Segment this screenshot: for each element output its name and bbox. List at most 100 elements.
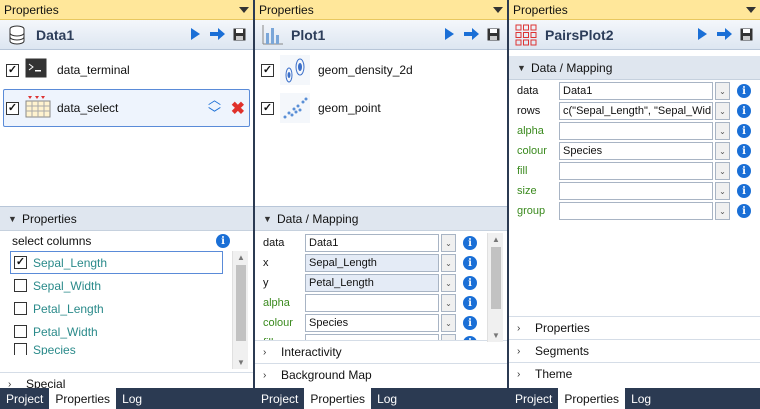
section-header[interactable]: ▼ Data / Mapping xyxy=(255,207,507,231)
column-checkbox[interactable] xyxy=(14,302,27,315)
panel-menu-icon[interactable] xyxy=(239,7,249,13)
dropdown-chevron-icon[interactable]: ⌄ xyxy=(715,82,730,100)
mapping-combo[interactable] xyxy=(305,294,439,312)
column-checkbox[interactable] xyxy=(14,279,27,292)
dropdown-chevron-icon[interactable]: ⌄ xyxy=(441,294,456,312)
save-icon[interactable] xyxy=(738,26,754,42)
info-icon[interactable]: i xyxy=(737,184,751,198)
column-item[interactable]: Petal_Width xyxy=(0,320,253,343)
scroll-up-icon[interactable]: ▲ xyxy=(488,235,504,244)
mapping-combo[interactable]: Data1 xyxy=(305,234,439,252)
item-checkbox[interactable] xyxy=(6,63,19,77)
info-icon[interactable]: i xyxy=(463,256,477,270)
list-item-selected[interactable]: data_select ︿﹀ ✖ xyxy=(3,89,250,127)
mapping-combo[interactable]: Petal_Length xyxy=(305,274,439,292)
dropdown-chevron-icon[interactable]: ⌄ xyxy=(441,314,456,332)
scroll-up-icon[interactable]: ▲ xyxy=(233,253,249,262)
column-checkbox[interactable] xyxy=(14,325,27,338)
panel-menu-icon[interactable] xyxy=(493,7,503,13)
forward-arrow-icon[interactable] xyxy=(463,26,479,42)
section-properties[interactable]: › Properties xyxy=(509,316,760,339)
item-checkbox[interactable] xyxy=(6,101,19,115)
scroll-down-icon[interactable]: ▼ xyxy=(488,331,504,340)
list-item[interactable]: data_terminal xyxy=(0,51,253,89)
panel-titlebar[interactable]: Properties xyxy=(509,0,760,20)
info-icon[interactable]: i xyxy=(737,84,751,98)
column-item[interactable]: Petal_Length xyxy=(0,297,253,320)
section-header[interactable]: ▼ Data / Mapping xyxy=(509,56,760,80)
section-interactivity[interactable]: › Interactivity xyxy=(255,340,507,363)
panel-titlebar[interactable]: Properties xyxy=(0,0,253,20)
mapping-combo[interactable] xyxy=(559,162,713,180)
scrollbar[interactable]: ▲ ▼ xyxy=(487,233,503,342)
mapping-combo[interactable]: c("Sepal_Length", "Sepal_Wid xyxy=(559,102,713,120)
mapping-combo[interactable] xyxy=(559,202,713,220)
info-icon[interactable]: i xyxy=(737,104,751,118)
run-icon[interactable] xyxy=(441,26,457,42)
dropdown-chevron-icon[interactable]: ⌄ xyxy=(715,202,730,220)
dropdown-chevron-icon[interactable]: ⌄ xyxy=(441,274,456,292)
mapping-combo[interactable] xyxy=(305,334,439,340)
column-item[interactable]: Species xyxy=(0,343,253,355)
delete-icon[interactable]: ✖ xyxy=(231,99,245,119)
info-icon[interactable]: i xyxy=(463,276,477,290)
dropdown-chevron-icon[interactable]: ⌄ xyxy=(715,142,730,160)
tab-project[interactable]: Project xyxy=(0,388,49,409)
scroll-thumb[interactable] xyxy=(236,265,246,341)
tab-project[interactable]: Project xyxy=(509,388,558,409)
column-checkbox[interactable] xyxy=(14,256,27,269)
tab-project[interactable]: Project xyxy=(255,388,304,409)
mapping-combo[interactable]: Data1 xyxy=(559,82,713,100)
dropdown-chevron-icon[interactable]: ⌄ xyxy=(715,162,730,180)
scroll-down-icon[interactable]: ▼ xyxy=(233,358,249,367)
column-checkbox[interactable] xyxy=(14,343,27,355)
mapping-combo[interactable] xyxy=(559,122,713,140)
info-icon[interactable]: i xyxy=(737,204,751,218)
scroll-thumb[interactable] xyxy=(491,247,501,309)
info-icon[interactable]: i xyxy=(463,336,477,340)
save-icon[interactable] xyxy=(231,26,247,42)
tab-log[interactable]: Log xyxy=(371,388,403,409)
dropdown-chevron-icon[interactable]: ⌄ xyxy=(715,122,730,140)
section-header[interactable]: ▼ Properties xyxy=(0,207,253,231)
scrollbar[interactable]: ▲ ▼ xyxy=(232,251,248,369)
dropdown-chevron-icon[interactable]: ⌄ xyxy=(441,234,456,252)
section-background-map[interactable]: › Background Map xyxy=(255,363,507,386)
forward-arrow-icon[interactable] xyxy=(716,26,732,42)
item-checkbox[interactable] xyxy=(261,63,274,77)
column-item[interactable]: Sepal_Length xyxy=(10,251,223,274)
run-icon[interactable] xyxy=(187,26,203,42)
info-icon[interactable]: i xyxy=(737,144,751,158)
section-segments[interactable]: › Segments xyxy=(509,339,760,362)
info-icon[interactable]: i xyxy=(737,164,751,178)
move-up-down-icon[interactable]: ︿ ﹀ xyxy=(208,93,221,121)
mapping-combo[interactable] xyxy=(559,182,713,200)
list-item[interactable]: geom_density_2d xyxy=(255,51,507,89)
info-icon[interactable]: i xyxy=(216,234,230,248)
mapping-combo[interactable]: Species xyxy=(305,314,439,332)
mapping-combo[interactable]: Sepal_Length xyxy=(305,254,439,272)
info-icon[interactable]: i xyxy=(737,124,751,138)
tab-properties[interactable]: Properties xyxy=(558,388,626,409)
section-theme[interactable]: › Theme xyxy=(509,362,760,385)
tab-log[interactable]: Log xyxy=(116,388,148,409)
dropdown-chevron-icon[interactable]: ⌄ xyxy=(715,102,730,120)
run-icon[interactable] xyxy=(694,26,710,42)
tab-properties[interactable]: Properties xyxy=(49,388,117,409)
dropdown-chevron-icon[interactable]: ⌄ xyxy=(441,334,456,340)
tab-log[interactable]: Log xyxy=(625,388,657,409)
list-item[interactable]: geom_point xyxy=(255,89,507,127)
panel-titlebar[interactable]: Properties xyxy=(255,0,507,20)
dropdown-chevron-icon[interactable]: ⌄ xyxy=(441,254,456,272)
dropdown-chevron-icon[interactable]: ⌄ xyxy=(715,182,730,200)
tab-properties[interactable]: Properties xyxy=(304,388,372,409)
info-icon[interactable]: i xyxy=(463,316,477,330)
save-icon[interactable] xyxy=(485,26,501,42)
forward-arrow-icon[interactable] xyxy=(209,26,225,42)
panel-menu-icon[interactable] xyxy=(746,7,756,13)
info-icon[interactable]: i xyxy=(463,236,477,250)
info-icon[interactable]: i xyxy=(463,296,477,310)
mapping-combo[interactable]: Species xyxy=(559,142,713,160)
item-checkbox[interactable] xyxy=(261,101,274,115)
column-item[interactable]: Sepal_Width xyxy=(0,274,253,297)
